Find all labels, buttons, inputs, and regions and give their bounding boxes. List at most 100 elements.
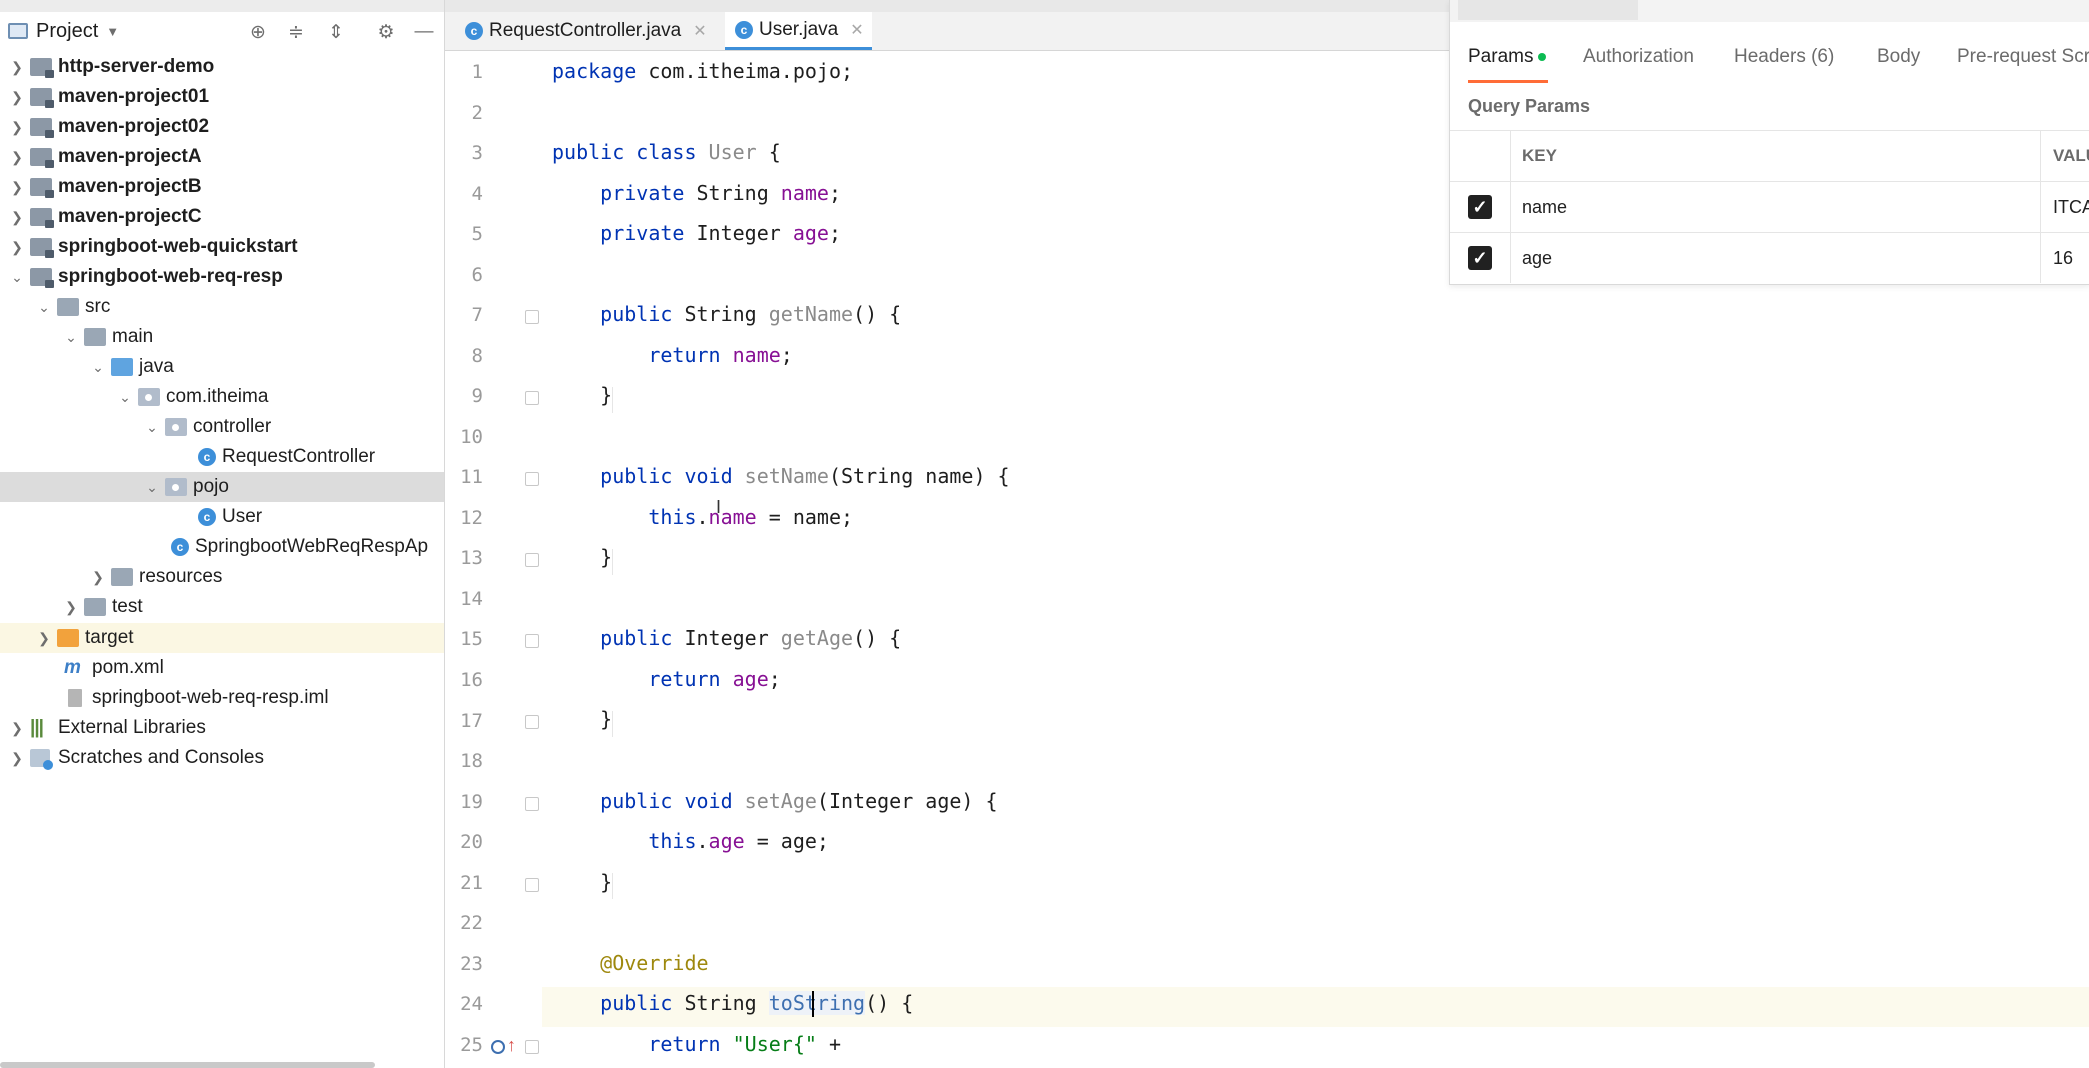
tab-pre-request-script[interactable]: Pre-request Scr	[1957, 46, 2089, 68]
keyword: public	[552, 991, 673, 1015]
gear-icon[interactable]: ⚙	[374, 20, 398, 44]
module-folder-icon	[30, 208, 54, 228]
param-value[interactable]: 16	[2040, 233, 2089, 283]
tree-item[interactable]: ⌄ java	[0, 352, 444, 382]
fold-marker[interactable]	[525, 391, 539, 405]
close-icon[interactable]: ✕	[693, 21, 706, 41]
code-text: (Integer age) {	[816, 789, 998, 813]
override-icon[interactable]	[491, 1040, 505, 1054]
query-params-title: Query Params	[1468, 96, 1591, 116]
code-line: return "User{" +	[552, 1032, 841, 1056]
tree-item[interactable]: ❯ ||| External Libraries	[0, 713, 444, 743]
param-key[interactable]: name	[1522, 182, 1567, 232]
tree-item[interactable]: m pom.xml	[0, 653, 444, 683]
tree-item[interactable]: ⌄ main	[0, 322, 444, 352]
collapse-all-icon[interactable]: ⇕	[324, 20, 348, 44]
tree-item[interactable]: ❯ maven-projectB	[0, 172, 444, 202]
method-name: setAge	[744, 789, 817, 813]
tree-item[interactable]: ❯ test	[0, 592, 444, 622]
project-window-icon	[8, 23, 28, 39]
fold-marker[interactable]	[525, 1040, 539, 1054]
tree-item-label: maven-project02	[58, 116, 210, 137]
springboot-class-icon: c	[171, 538, 189, 556]
tab-authorization[interactable]: Authorization	[1583, 46, 1694, 68]
code-line: public void setAge(Integer age) {	[552, 789, 998, 813]
active-tab-underline	[1468, 80, 1548, 83]
tree-item[interactable]: ❯ maven-project02	[0, 112, 444, 142]
param-key[interactable]: age	[1522, 233, 1552, 283]
class-name: User	[696, 140, 757, 164]
chevron-down-icon: ▼	[106, 23, 120, 39]
fold-marker[interactable]	[525, 553, 539, 567]
tree-item[interactable]: ❯ target	[0, 623, 444, 653]
close-icon[interactable]: ✕	[850, 20, 863, 40]
tab-body[interactable]: Body	[1877, 46, 1920, 68]
status-dot-icon	[1538, 52, 1547, 61]
project-panel-title: Project	[36, 19, 99, 42]
code-text: String	[672, 302, 769, 326]
code-text: com.itheima.pojo;	[636, 59, 854, 83]
resources-folder-icon	[111, 568, 133, 586]
tree-item[interactable]: c User	[0, 502, 444, 532]
class-icon: c	[465, 22, 483, 40]
tab-request-controller[interactable]: c RequestController.java ✕	[455, 12, 715, 50]
tree-item[interactable]: ❯ maven-projectA	[0, 142, 444, 172]
line-number: 17	[460, 710, 483, 732]
tab-params[interactable]: Params	[1468, 46, 1547, 68]
tree-item[interactable]: ❯ maven-projectC	[0, 202, 444, 232]
chevron-down-icon: ⌄	[146, 478, 158, 495]
class-icon: c	[735, 20, 753, 39]
tree-item[interactable]: c SpringbootWebReqRespAp	[0, 532, 444, 562]
tree-item[interactable]: ⌄ controller	[0, 412, 444, 442]
checkbox-checked[interactable]: ✓	[1468, 195, 1492, 219]
code-line: return age;	[552, 667, 780, 691]
checkbox-checked[interactable]: ✓	[1468, 246, 1492, 270]
tree-item[interactable]: ⌄ springboot-web-req-resp	[0, 262, 444, 292]
tree-item[interactable]: ⌄ com.itheima	[0, 382, 444, 412]
tree-item-label: springboot-web-quickstart	[58, 236, 298, 257]
code-text: () {	[853, 302, 902, 326]
tree-item-selected[interactable]: ⌄ pojo	[0, 472, 444, 502]
fold-marker[interactable]	[525, 715, 539, 729]
code-text: (String name) {	[828, 464, 1010, 488]
tree-item-label: springboot-web-req-resp	[58, 266, 283, 287]
chevron-right-icon: ❯	[11, 238, 23, 255]
minimize-icon[interactable]: —	[412, 20, 436, 44]
tree-item[interactable]: ❯ maven-project01	[0, 82, 444, 112]
tree-item-label: External Libraries	[58, 717, 206, 738]
tree-item-label: pojo	[193, 476, 229, 497]
params-table: KEY VALU ✓ name ITCA ✓ age 16	[1450, 130, 2089, 283]
tab-user-java[interactable]: c User.java ✕	[725, 12, 872, 50]
horizontal-scrollbar[interactable]	[0, 1062, 375, 1068]
tree-item[interactable]: ⌄ src	[0, 292, 444, 322]
chevron-right-icon: ❯	[11, 148, 23, 165]
param-value[interactable]: ITCA	[2040, 182, 2089, 232]
tree-item-label: Scratches and Consoles	[58, 747, 264, 768]
code-text: () {	[865, 991, 914, 1015]
fold-marker[interactable]	[525, 310, 539, 324]
fold-marker[interactable]	[525, 634, 539, 648]
keyword: return	[552, 1032, 721, 1056]
tree-item[interactable]: c RequestController	[0, 442, 444, 472]
tab-headers[interactable]: Headers (6)	[1734, 46, 1834, 68]
line-number: 14	[460, 588, 483, 610]
tree-item[interactable]: ❯ resources	[0, 562, 444, 592]
code-text: +	[816, 1032, 842, 1056]
fold-marker[interactable]	[525, 472, 539, 486]
expand-all-icon[interactable]: ≑	[284, 20, 308, 44]
locate-icon[interactable]: ⊕	[246, 20, 270, 44]
maven-icon: m	[64, 657, 81, 678]
tree-item[interactable]: springboot-web-req-resp.iml	[0, 683, 444, 713]
tree-item[interactable]: ❯ springboot-web-quickstart	[0, 232, 444, 262]
tree-item-label: resources	[139, 566, 223, 587]
code-text: Integer	[684, 221, 793, 245]
code-line: public void setName(String name) {	[552, 464, 1010, 488]
tree-item[interactable]: ❯ http-server-demo	[0, 52, 444, 82]
fold-marker[interactable]	[525, 878, 539, 892]
fold-marker[interactable]	[525, 797, 539, 811]
project-view-selector[interactable]: Project ▼	[8, 20, 119, 43]
tree-item[interactable]: ❯ Scratches and Consoles	[0, 743, 444, 773]
tab-label: Headers (6)	[1734, 46, 1835, 67]
field: name	[732, 343, 781, 367]
